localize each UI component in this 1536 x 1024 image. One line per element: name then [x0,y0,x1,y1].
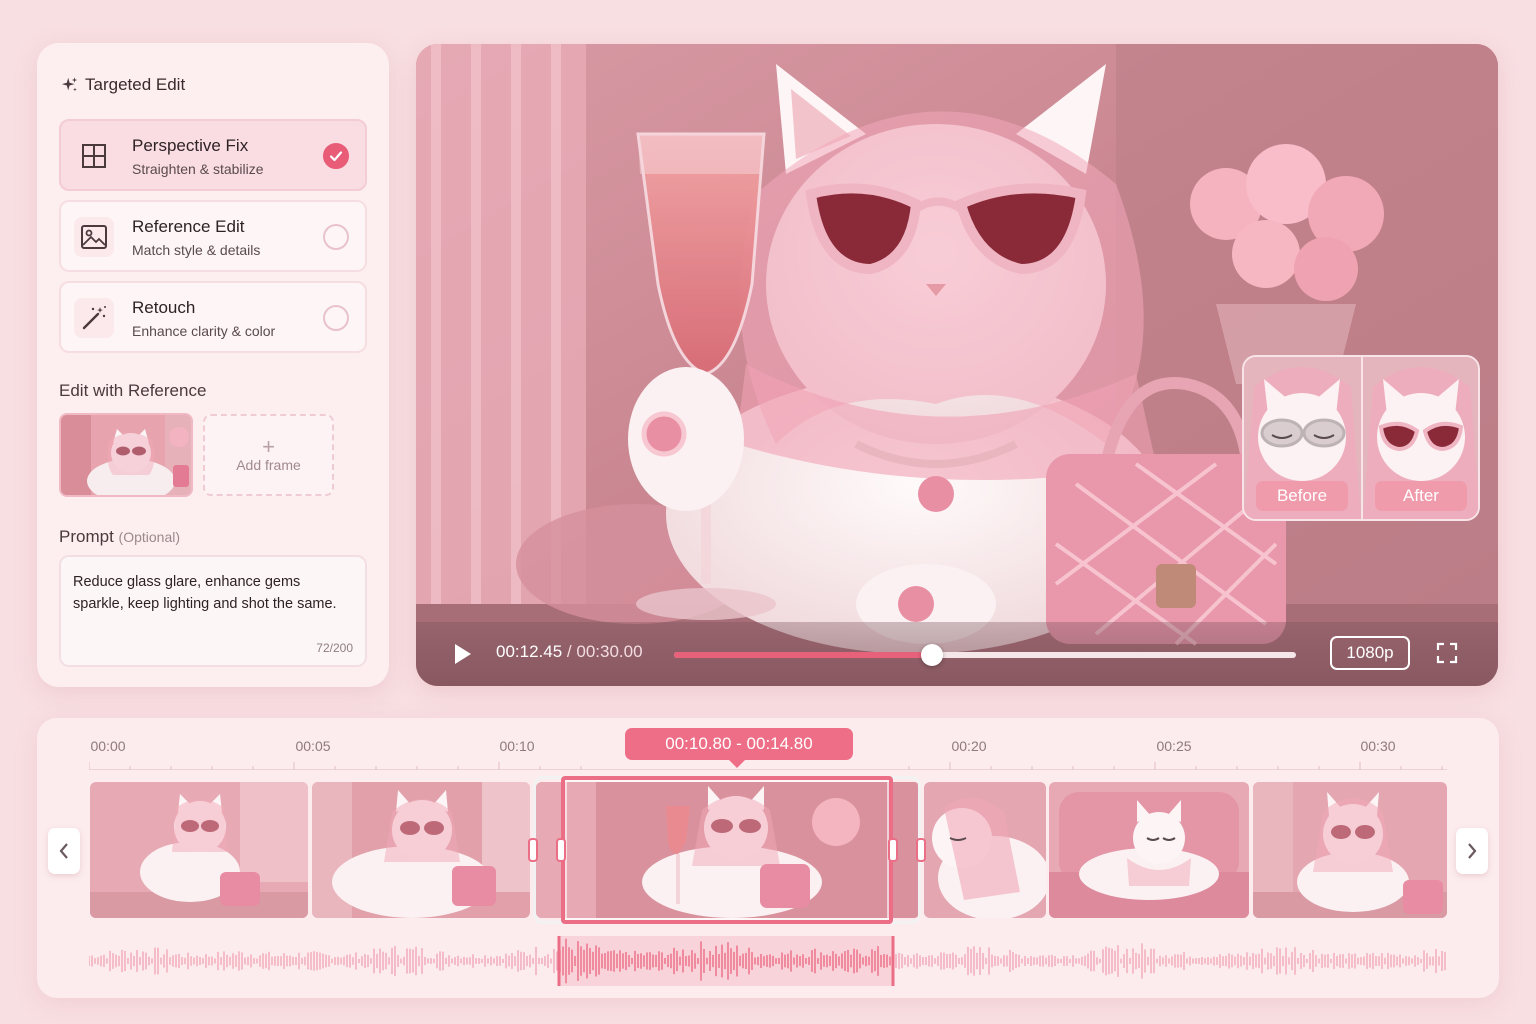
selection-range-badge: 00:10.80 - 00:14.80 [625,728,853,768]
fullscreen-icon[interactable] [1436,642,1458,664]
prompt-optional-text: (Optional) [118,529,180,545]
time-ruler [89,762,1447,770]
reference-thumbnail[interactable] [59,413,193,497]
timeline-prev-button[interactable] [48,828,80,874]
progress-fill [674,652,933,658]
selection-handle-start[interactable] [556,838,566,862]
mode-subtitle: Straighten & stabilize [132,161,264,177]
clip-handle-right[interactable] [916,838,926,862]
prompt-character-count: 72/200 [316,641,353,655]
mode-card-retouch[interactable]: Retouch Enhance clarity & color [59,281,367,353]
before-label: Before [1256,481,1348,511]
selection-handle-end[interactable] [888,838,898,862]
progress-knob[interactable] [921,644,944,666]
grid-icon [74,136,114,176]
mode-title: Retouch [132,298,196,317]
prompt-text[interactable]: Reduce glass glare, enhance gems sparkle… [73,571,353,615]
panel-title-text: Targeted Edit [85,75,186,94]
mode-card-reference-edit[interactable]: Reference Edit Match style & details [59,200,367,272]
chevron-left-icon [59,843,68,859]
tick-label: 00:05 [295,738,331,754]
audio-waveform[interactable] [89,936,1447,986]
mode-title: Perspective Fix [132,136,249,155]
plus-icon: + [262,434,275,459]
radio-button[interactable] [323,224,349,250]
timeline-frame[interactable] [924,782,1046,918]
before-preview: Before [1244,357,1361,519]
clip-handle-left[interactable] [528,838,538,862]
tick-label: 00:10 [499,738,535,754]
waveform-selection [559,936,893,986]
total-time: 00:30.00 [576,642,643,661]
progress-bar[interactable] [674,644,1296,666]
tick-label: 00:00 [90,738,126,754]
timeline-frame[interactable] [90,782,308,918]
mode-subtitle: Match style & details [132,242,261,258]
quality-button[interactable]: 1080p [1330,636,1410,670]
mode-subtitle: Enhance clarity & color [132,323,276,339]
play-icon[interactable] [450,642,474,666]
mode-card-perspective-fix[interactable]: Perspective Fix Straighten & stabilize [59,119,367,191]
time-separator: / [562,642,577,661]
timeline-frame[interactable] [312,782,530,918]
prompt-label-text: Prompt [59,527,114,546]
timeline-frame[interactable] [1049,782,1249,918]
time-display: 00:12.45 / 00:30.00 [496,642,643,662]
player-controls: 00:12.45 / 00:30.00 1080p [416,622,1498,686]
reference-section-label: Edit with Reference [59,381,207,400]
prompt-input[interactable]: Reduce glass glare, enhance gems sparkle… [59,555,367,667]
chevron-right-icon [1468,843,1477,859]
before-after-comparison[interactable]: Before After [1242,355,1480,521]
tick-label: 00:30 [1360,738,1396,754]
image-icon [74,217,114,257]
current-time: 00:12.45 [496,642,563,661]
tick-label: 00:20 [951,738,987,754]
timeline-panel: 00:00 00:05 00:10 00:20 00:25 00:30 00:1… [37,718,1499,998]
mode-title: Reference Edit [132,217,245,236]
radio-button[interactable] [323,305,349,331]
after-preview: After [1363,357,1478,519]
magic-wand-icon [74,298,114,338]
selected-check-icon[interactable] [323,143,349,169]
targeted-edit-panel: Targeted Edit Perspective Fix Straighten… [37,43,389,687]
add-frame-label: Add frame [236,457,301,473]
timeline-frame[interactable] [1253,782,1447,918]
tick-label: 00:25 [1156,738,1192,754]
after-label: After [1375,481,1467,511]
selection-range[interactable] [561,776,893,924]
prompt-label: Prompt (Optional) [59,527,180,547]
add-frame-button[interactable]: + Add frame [203,414,334,496]
video-player[interactable]: Before After 00:12.45 / 00:30.00 1080p [416,44,1498,686]
sparkle-icon [61,77,78,92]
panel-title: Targeted Edit [61,75,185,95]
timeline-next-button[interactable] [1456,828,1488,874]
